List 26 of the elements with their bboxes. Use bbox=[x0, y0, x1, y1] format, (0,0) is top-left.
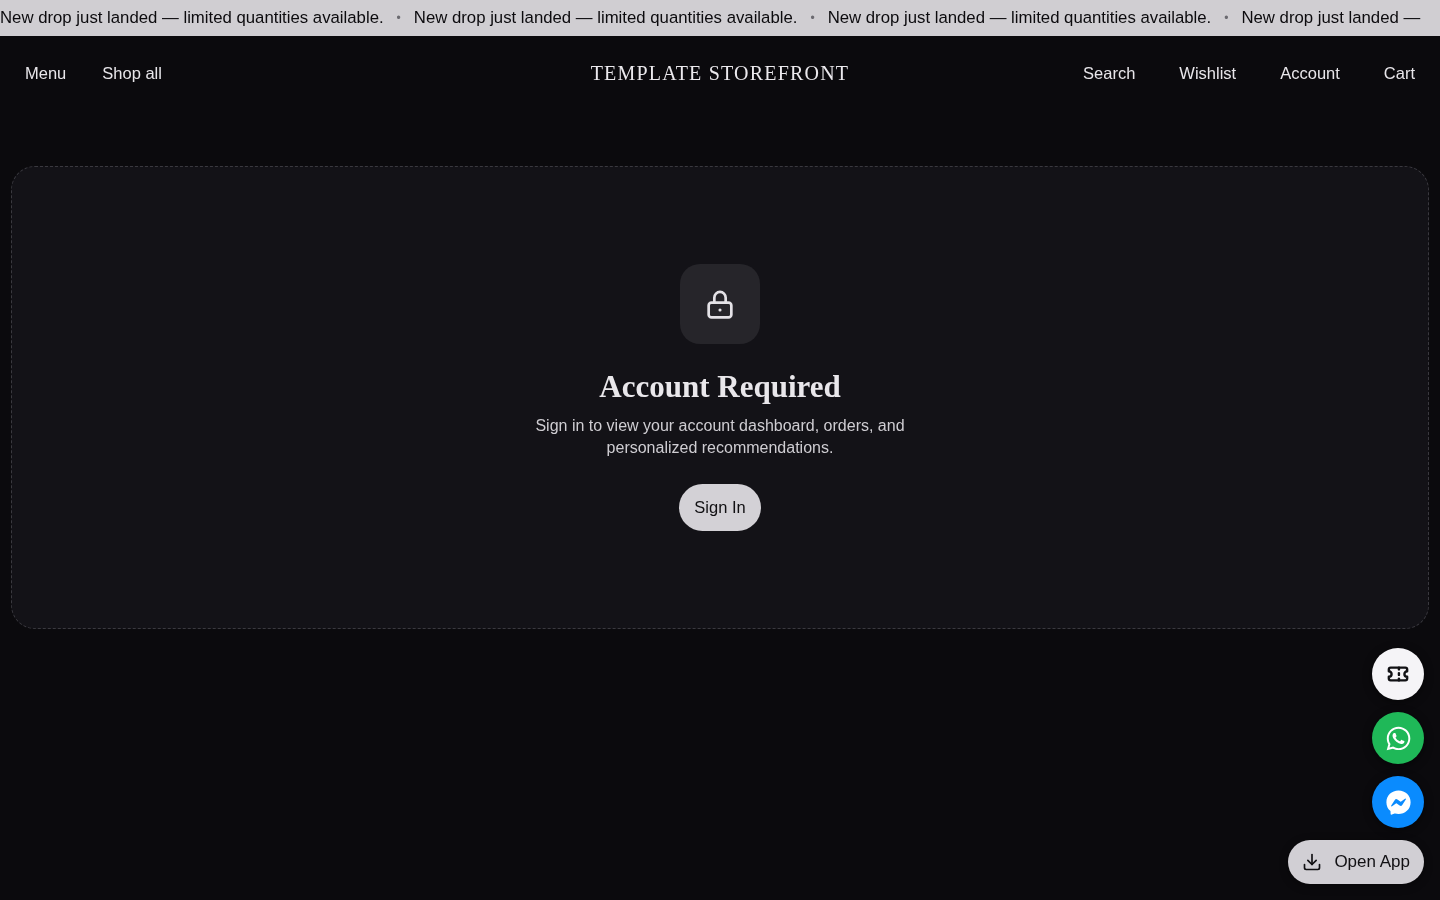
separator-dot: • bbox=[396, 10, 401, 27]
chat-button[interactable] bbox=[1372, 776, 1424, 828]
nav-link[interactable]: Cart bbox=[1383, 60, 1415, 86]
nav-link[interactable]: Menu bbox=[25, 60, 67, 86]
separator-dot: • bbox=[1224, 10, 1229, 27]
lock-icon bbox=[680, 264, 760, 344]
nav-link[interactable]: Search bbox=[1083, 60, 1136, 86]
announcement-text: New drop just landed — limited quantities available. bbox=[0, 7, 384, 30]
chat-bubble-phone-icon bbox=[1384, 724, 1412, 752]
download-icon bbox=[1302, 852, 1323, 872]
ticket-button[interactable] bbox=[1372, 648, 1424, 700]
nav-link[interactable]: Shop all bbox=[102, 60, 162, 86]
sign-in-button[interactable]: Sign In bbox=[679, 484, 761, 531]
announcement-text: New drop just landed — limited quantities available. bbox=[827, 7, 1212, 30]
card-heading: Account Required bbox=[599, 368, 841, 406]
announcement-text: New drop just landed — limited quantities available. bbox=[413, 7, 798, 30]
ticket-icon bbox=[1387, 663, 1409, 685]
card-message: Sign in to view your account dashboard, orders, and personalized recommendations. bbox=[534, 416, 906, 458]
announcement-text: New drop just landed — bbox=[1241, 7, 1421, 30]
chat-bubble-lightning-icon bbox=[1385, 789, 1411, 815]
nav-link[interactable]: Wishlist bbox=[1179, 60, 1237, 86]
nav-link[interactable]: Account bbox=[1280, 60, 1340, 86]
chat-button[interactable] bbox=[1372, 712, 1424, 764]
separator-dot: • bbox=[810, 10, 815, 27]
open-app-button[interactable]: Open App bbox=[1288, 840, 1424, 884]
store-logo[interactable]: TEMPLATE STOREFRONT bbox=[590, 58, 850, 88]
